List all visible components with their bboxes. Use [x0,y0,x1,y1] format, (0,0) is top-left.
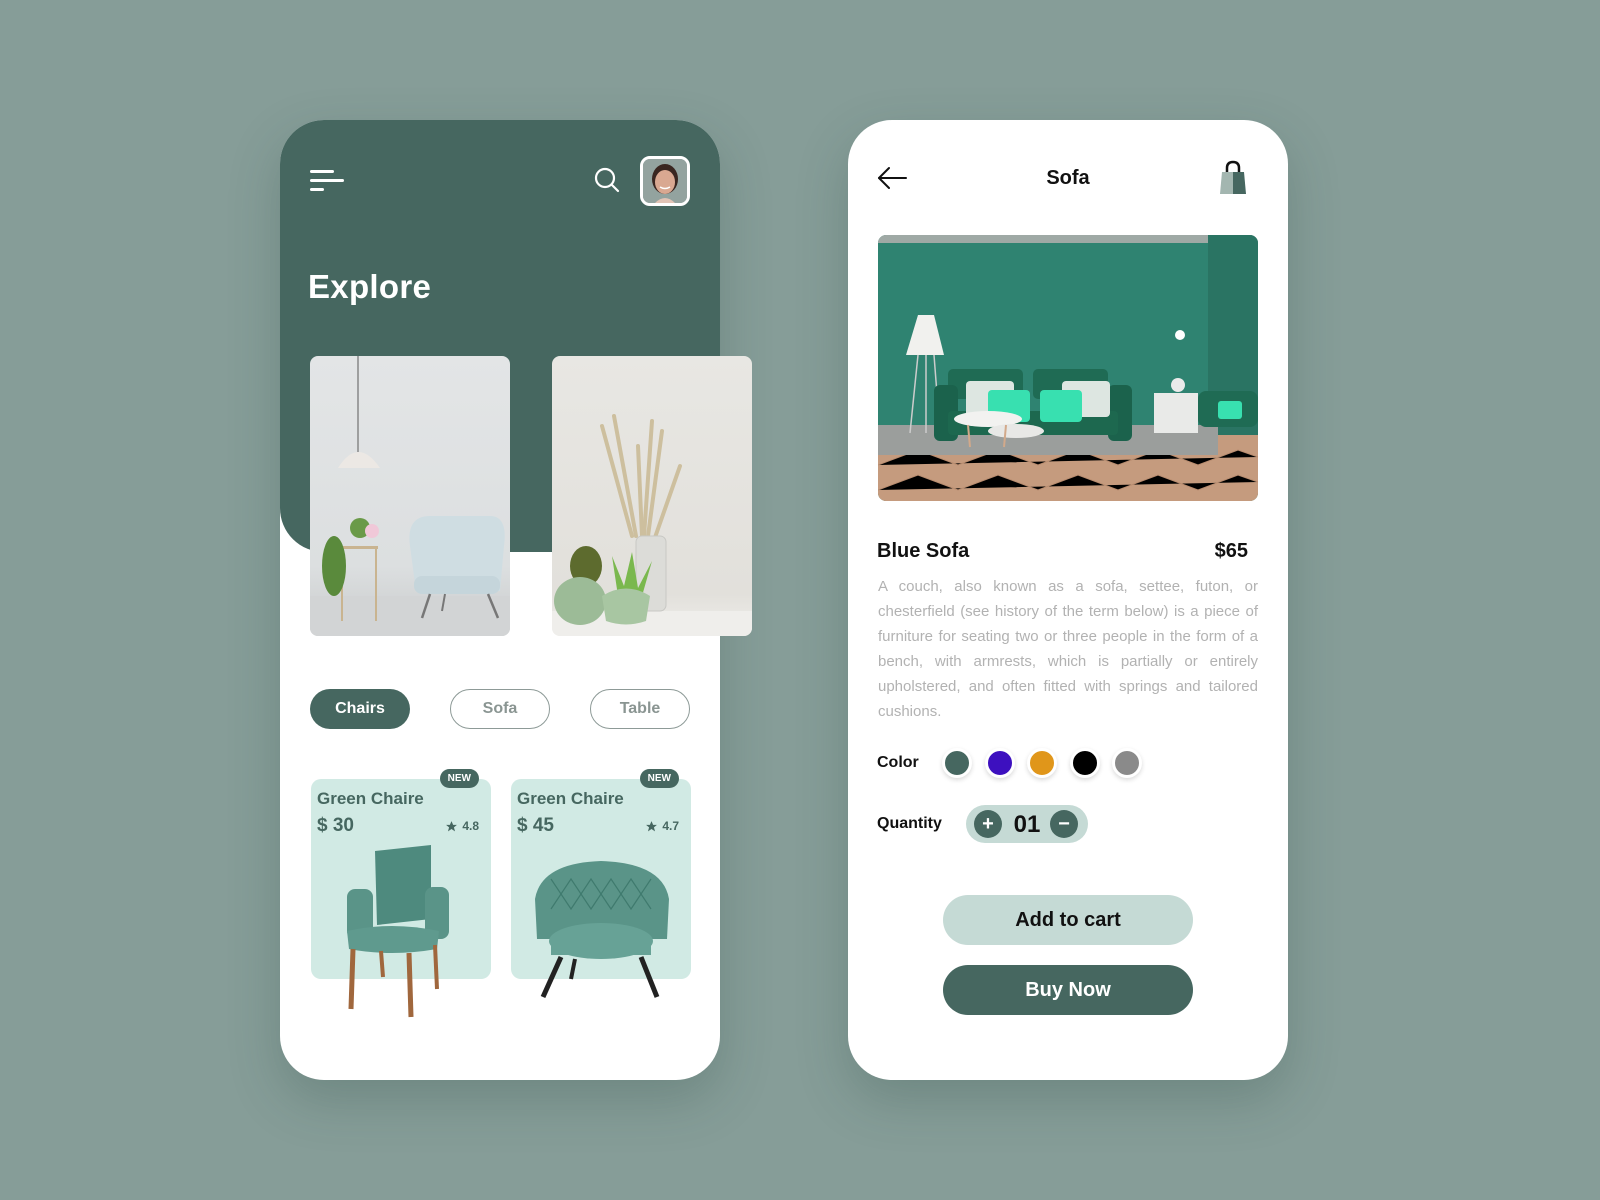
color-swatch-purple[interactable] [985,748,1015,778]
product-description: A couch, also known as a sofa, settee, f… [878,578,1258,720]
product-rating: 4.8 [445,819,479,833]
star-icon [446,820,458,831]
avatar-face-icon [643,159,687,203]
armchair-room-photo[interactable] [310,356,510,636]
color-swatch-gray[interactable] [1112,748,1142,778]
quantity-label: Quantity [877,815,942,832]
decrement-button[interactable]: − [1050,810,1078,838]
product-card[interactable]: NEW Green Chaire $ 30 4.8 [311,769,491,1018]
product-price: $65 [1214,540,1248,562]
tab-table[interactable]: Table [590,689,690,729]
tab-sofa[interactable]: Sofa [450,689,550,729]
product-price: $ 30 [317,815,354,836]
increment-button[interactable]: + [974,810,1002,838]
product-rating: 4.7 [645,819,679,833]
tufted-armchair-image [535,861,669,999]
sofa-room-photo[interactable] [878,235,1258,501]
plants-vases-photo[interactable] [552,356,752,636]
color-swatch-green[interactable] [942,748,972,778]
product-detail-screen: Sofa Blue Sofa $65 A couch, also known a… [848,120,1288,1080]
buy-now-button[interactable]: Buy Now [943,965,1193,1015]
tab-chairs[interactable]: Chairs [310,689,410,729]
new-badge: NEW [439,769,479,788]
user-avatar[interactable] [640,156,690,206]
color-swatch-black[interactable] [1070,748,1100,778]
page-title: Explore [308,268,432,305]
category-tabs: Chairs Sofa Table [310,689,690,729]
product-card[interactable]: NEW Green Chaire $ 45 4.7 [511,769,691,999]
shopping-bag-icon[interactable] [1218,160,1248,196]
armchair-image [347,845,449,1018]
living-room-illustration [878,235,1258,501]
menu-icon[interactable] [310,170,346,194]
explore-screen: Explore Chairs Sofa Table NEW Green Chai… [280,120,752,1080]
color-swatch-orange[interactable] [1027,748,1057,778]
rating-value: 4.8 [462,819,479,833]
product-name: Green Chaire [517,789,624,808]
new-badge: NEW [639,769,679,788]
quantity-stepper: + 01 − [966,805,1088,843]
rating-value: 4.7 [662,819,679,833]
product-name: Green Chaire [317,789,424,808]
product-name: Blue Sofa [877,540,970,562]
product-price: $ 45 [517,815,554,836]
plants-scene-illustration [552,414,752,636]
color-label: Color [877,754,919,771]
star-icon [646,820,658,831]
search-icon[interactable] [593,166,621,194]
quantity-value: 01 [1013,811,1041,838]
armchair-scene-illustration [310,356,510,636]
add-to-cart-button[interactable]: Add to cart [943,895,1193,945]
